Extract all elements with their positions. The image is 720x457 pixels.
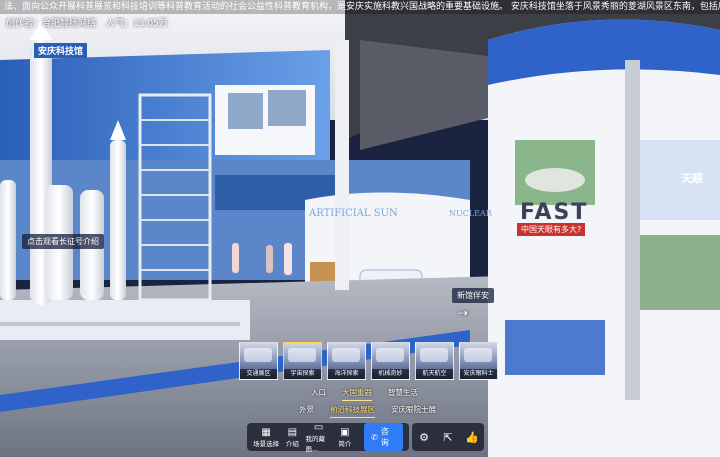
scene-thumb-3[interactable]: 机械奇妙 — [371, 342, 410, 380]
phone-icon: ✆ — [371, 432, 378, 442]
scene-select-label: 场景选择 — [253, 439, 280, 448]
exhibit-fast-text: FAST — [520, 200, 589, 225]
popularity-info: 人气：13.05万 — [106, 16, 168, 29]
creator-info: 创作者：合肥智扬网络 — [6, 16, 96, 29]
hotspot-text: 点击观看长征号介绍 — [27, 237, 99, 246]
hotspot-rocket-intro[interactable]: 点击观看长征号介绍 — [22, 234, 104, 249]
scene-thumb-label: 安庆眼科士 — [460, 369, 497, 379]
tab-exterior[interactable]: 外景 — [299, 404, 314, 418]
folder-icon: ▭ — [313, 421, 324, 433]
scene-thumb-0[interactable]: 交通展区 — [239, 342, 278, 380]
popularity-value: 13.05万 — [133, 19, 168, 29]
works-button[interactable]: ▭ 我的藏画... — [306, 422, 332, 453]
document-icon: ▤ — [287, 426, 298, 438]
marquee-text: 法、面向公众开展科普展览和科技培训等科普教育活动的社会公益性科普教育机构，是安庆… — [4, 2, 720, 12]
hotspot-new-hall[interactable]: 新馆伴安 — [452, 288, 494, 303]
brief-button[interactable]: ▣ 简介 — [332, 427, 358, 448]
brief-label: 简介 — [338, 439, 352, 448]
intro-button[interactable]: ▤ 介绍 — [279, 427, 305, 448]
popularity-label: 人气： — [106, 19, 134, 29]
grid-icon: ▦ — [261, 426, 271, 438]
scene-select-button[interactable]: ▦ 场景选择 — [253, 427, 279, 448]
exhibit-sun-text: ARTIFICIAL SUN — [309, 208, 398, 219]
settings-icon[interactable]: ⚙ — [415, 431, 433, 444]
scene-area-tabs: 外景 前沿科技展区 安庆眼院士展 — [299, 404, 436, 418]
scene-thumb-4[interactable]: 航天航空 — [415, 342, 454, 380]
scene-thumb-2[interactable]: 海洋探索 — [327, 342, 366, 380]
scene-thumb-label: 宇宙探索 — [284, 369, 321, 379]
navigation-arrow-icon[interactable]: ⇢ — [458, 306, 468, 320]
scene-thumbnails: 交通展区 宇宙探索 海洋探索 机械奇妙 航天航空 安庆眼科士 — [239, 342, 498, 380]
share-icon[interactable]: ⇱ — [439, 431, 457, 444]
scene-thumb-label: 海洋探索 — [328, 369, 365, 379]
like-icon[interactable]: 👍 — [463, 431, 481, 444]
consult-button[interactable]: ✆ 咨询 — [364, 423, 403, 451]
scene-thumb-5[interactable]: 安庆眼科士 — [459, 342, 498, 380]
scene-thumb-label: 机械奇妙 — [372, 369, 409, 379]
intro-marquee: 法、面向公众开展科普展览和科技培训等科普教育活动的社会公益性科普教育机构，是安庆… — [0, 0, 720, 14]
bottom-toolbar: ▦ 场景选择 ▤ 介绍 ▭ 我的藏画... ▣ 简介 ✆ 咨询 — [247, 422, 409, 453]
tab-frontier-tech[interactable]: 前沿科技展区 — [330, 404, 375, 418]
tab-entrance[interactable]: 入口 — [311, 387, 326, 401]
exhibit-nuclear-text: NUCLEAR — [449, 209, 492, 218]
scene-group-tabs: 入口 大国重器 智慧生活 — [311, 387, 418, 401]
exhibit-fast-banner: 中国天眼有多大? — [517, 223, 586, 236]
scene-meta: 创作者：合肥智扬网络 人气：13.05万 — [6, 16, 168, 29]
works-label: 我的藏画... — [305, 434, 326, 453]
info-icon: ▣ — [340, 426, 350, 438]
tab-great-powers[interactable]: 大国重器 — [342, 387, 372, 401]
exhibit-tianyan-text: 天眼 — [681, 172, 703, 185]
scene-thumb-label: 交通展区 — [240, 369, 277, 379]
creator-name: 合肥智扬网络 — [42, 19, 97, 29]
scene-thumb-label: 航天航空 — [416, 369, 453, 379]
tab-smart-life[interactable]: 智慧生活 — [388, 387, 418, 401]
intro-label: 介绍 — [285, 439, 299, 448]
tab-academician[interactable]: 安庆眼院士展 — [391, 404, 436, 418]
hotspot-text: 新馆伴安 — [457, 291, 489, 300]
scene-thumb-1[interactable]: 宇宙探索 — [283, 342, 322, 380]
exhibit-top-sign: 安庆科技馆 — [34, 43, 88, 58]
bottom-action-bar: ⚙ ⇱ 👍 — [412, 423, 484, 451]
consult-label: 咨询 — [380, 427, 389, 447]
creator-label: 创作者： — [6, 19, 43, 29]
